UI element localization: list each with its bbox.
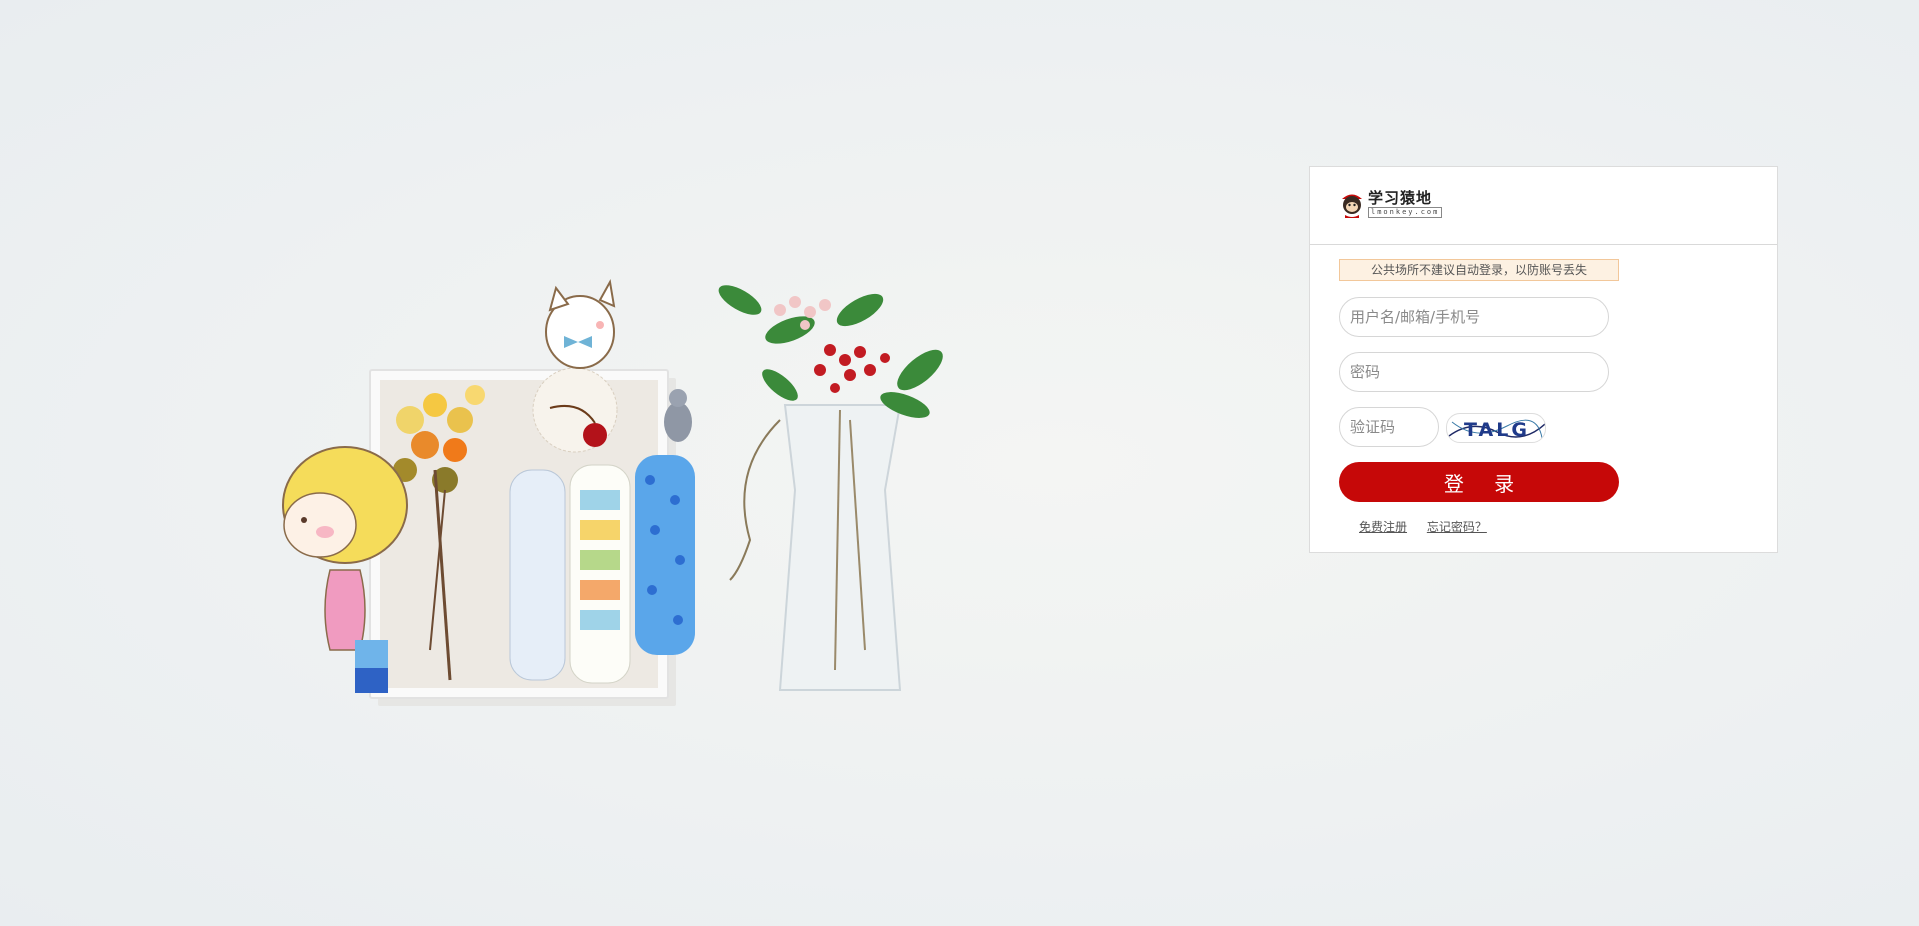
site-logo[interactable]: 学习猿地 lmonkey.com: [1339, 189, 1443, 218]
login-panel: 学习猿地 lmonkey.com 公共场所不建议自动登录，以防账号丢失 TALG…: [1309, 166, 1778, 553]
logo-domain: lmonkey.com: [1368, 207, 1443, 218]
logo-title: 学习猿地: [1368, 189, 1433, 207]
captcha-image[interactable]: TALG: [1446, 413, 1546, 443]
captcha-input[interactable]: [1339, 407, 1439, 447]
password-input[interactable]: [1339, 352, 1609, 392]
auth-links: 免费注册 忘记密码？: [1359, 518, 1503, 535]
decorative-illustration: [282, 279, 943, 706]
login-button[interactable]: 登 录: [1339, 462, 1619, 502]
login-page: 学习猿地 lmonkey.com 公共场所不建议自动登录，以防账号丢失 TALG…: [0, 0, 1919, 926]
monkey-logo-icon: [1342, 194, 1362, 218]
forgot-password-link[interactable]: 忘记密码？: [1427, 520, 1487, 534]
security-notice: 公共场所不建议自动登录，以防账号丢失: [1339, 259, 1619, 281]
username-input[interactable]: [1339, 297, 1609, 337]
register-link[interactable]: 免费注册: [1359, 520, 1407, 534]
captcha-text: TALG: [1464, 419, 1530, 441]
panel-header: 学习猿地 lmonkey.com: [1310, 167, 1777, 245]
